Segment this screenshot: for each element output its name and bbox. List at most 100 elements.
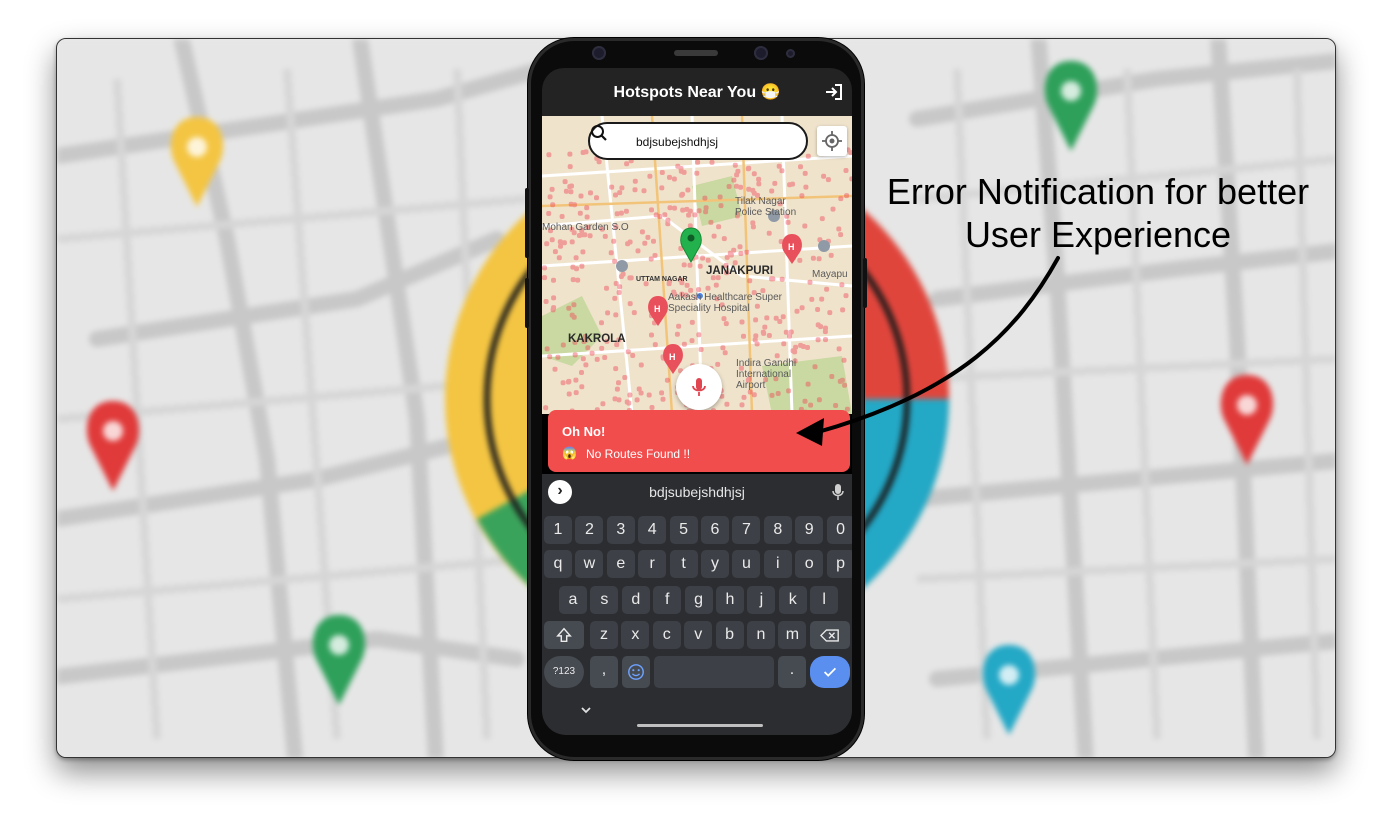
key-m[interactable]: m — [778, 621, 807, 649]
heat-dot — [630, 353, 636, 358]
key-x[interactable]: x — [621, 621, 650, 649]
heat-dot — [623, 208, 629, 214]
search-input[interactable]: bdjsubejshdhjsj — [588, 122, 808, 160]
heat-dot — [625, 349, 631, 355]
heat-dot — [705, 257, 711, 263]
key-w[interactable]: w — [575, 550, 604, 578]
logout-icon[interactable] — [824, 82, 844, 102]
search-icon[interactable] — [590, 124, 608, 142]
heat-dot — [600, 401, 606, 407]
svg-text:H: H — [669, 352, 676, 362]
key-v[interactable]: v — [684, 621, 713, 649]
key-q[interactable]: q — [544, 550, 572, 578]
key-y[interactable]: y — [701, 550, 729, 578]
comma-key[interactable]: , — [590, 656, 618, 688]
heat-dot — [543, 299, 549, 304]
heat-dot — [838, 196, 844, 202]
key-d[interactable]: d — [621, 586, 650, 614]
map-view[interactable]: H H H Tilak Nagar Police Station Mohan Gar… — [542, 116, 852, 414]
key-8[interactable]: 8 — [763, 516, 792, 544]
heat-dot — [792, 349, 798, 355]
heat-dot — [664, 377, 670, 383]
key-g[interactable]: g — [684, 586, 713, 614]
key-1[interactable]: 1 — [544, 516, 572, 544]
heat-dot — [667, 174, 672, 180]
heat-dot — [627, 239, 633, 245]
heat-dot — [819, 296, 825, 302]
heat-dot — [612, 295, 618, 301]
key-p[interactable]: p — [826, 550, 852, 578]
key-f[interactable]: f — [653, 586, 682, 614]
heat-dot — [731, 247, 737, 253]
key-c[interactable]: c — [652, 621, 681, 649]
heat-dot — [838, 232, 844, 238]
keyboard-mic-icon[interactable] — [832, 483, 844, 501]
chevron-down-icon[interactable] — [580, 704, 592, 716]
key-4[interactable]: 4 — [638, 516, 667, 544]
voice-search-button[interactable] — [676, 364, 722, 410]
key-a[interactable]: a — [559, 586, 587, 614]
heat-dot — [638, 362, 644, 368]
key-6[interactable]: 6 — [701, 516, 729, 544]
heat-dot — [829, 374, 835, 379]
heat-dot — [764, 315, 770, 321]
heat-dot — [819, 216, 825, 222]
key-e[interactable]: e — [606, 550, 635, 578]
heat-dot — [560, 380, 566, 386]
shift-key[interactable] — [544, 621, 584, 649]
key-7[interactable]: 7 — [732, 516, 761, 544]
error-toast: Oh No! 😱 No Routes Found !! — [548, 410, 850, 472]
key-t[interactable]: t — [669, 550, 698, 578]
key-3[interactable]: 3 — [606, 516, 635, 544]
key-r[interactable]: r — [638, 550, 667, 578]
symbols-key[interactable]: ?123 — [544, 656, 584, 688]
heat-dot — [555, 354, 561, 360]
heat-dot — [571, 302, 577, 308]
svg-text:H: H — [788, 242, 795, 252]
suggestion-word[interactable]: bdjsubejshdhjsj — [542, 484, 852, 500]
heat-dot — [573, 377, 579, 383]
backspace-key[interactable] — [810, 621, 850, 649]
heat-dot — [616, 290, 622, 295]
key-9[interactable]: 9 — [795, 516, 824, 544]
key-0[interactable]: 0 — [826, 516, 852, 544]
heat-dot — [634, 397, 640, 403]
heat-dot — [827, 310, 833, 316]
key-u[interactable]: u — [732, 550, 761, 578]
heat-dot — [544, 241, 550, 247]
heat-dot — [734, 183, 739, 189]
key-i[interactable]: i — [763, 550, 792, 578]
heat-dot — [815, 337, 821, 343]
key-k[interactable]: k — [778, 586, 807, 614]
key-b[interactable]: b — [715, 621, 744, 649]
heat-dot — [594, 195, 599, 201]
heat-dot — [738, 251, 744, 256]
heat-dot — [543, 405, 549, 411]
key-h[interactable]: h — [716, 586, 744, 614]
period-key[interactable]: . — [778, 656, 806, 688]
heat-dot — [579, 263, 585, 269]
heat-dot — [721, 236, 727, 242]
heat-dot — [674, 331, 680, 337]
heat-dot — [652, 253, 658, 258]
backspace-icon — [819, 629, 839, 642]
key-o[interactable]: o — [795, 550, 824, 578]
key-5[interactable]: 5 — [669, 516, 698, 544]
heat-dot — [772, 180, 778, 186]
enter-key[interactable] — [810, 656, 850, 688]
key-z[interactable]: z — [590, 621, 618, 649]
gesture-home-bar[interactable] — [637, 724, 763, 727]
heat-dot — [542, 265, 547, 271]
key-n[interactable]: n — [747, 621, 775, 649]
key-l[interactable]: l — [810, 586, 839, 614]
heat-dot — [769, 188, 775, 194]
heat-dot — [573, 255, 579, 261]
space-bar[interactable] — [654, 656, 774, 688]
key-2[interactable]: 2 — [575, 516, 604, 544]
power-button — [863, 258, 867, 308]
key-j[interactable]: j — [747, 586, 776, 614]
my-location-button[interactable] — [817, 126, 847, 156]
emoji-key[interactable] — [622, 656, 650, 688]
heat-dot — [552, 366, 558, 372]
key-s[interactable]: s — [590, 586, 619, 614]
